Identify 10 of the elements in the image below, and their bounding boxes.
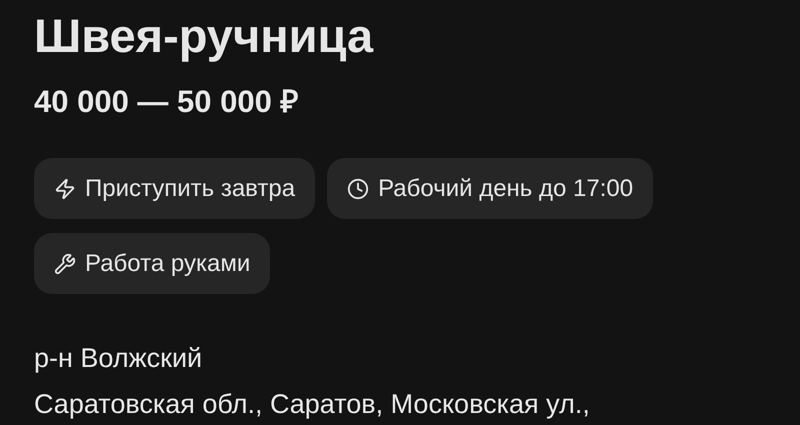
lightning-icon — [54, 178, 76, 200]
address-district: р-н Волжский — [34, 342, 204, 375]
address-line: Саратовская обл., Саратов, Московская ул., — [34, 388, 591, 421]
clock-icon — [347, 178, 370, 200]
tag-chip: Работа руками — [34, 233, 270, 294]
tag-chip: Приступить завтра — [34, 158, 316, 219]
wrench-icon — [54, 252, 76, 274]
job-title: Швея-ручница — [34, 8, 374, 64]
tag-chip: Рабочий день до 17:00 — [327, 158, 654, 219]
salary-range: 40 000 — 50 000 ₽ — [34, 83, 300, 121]
